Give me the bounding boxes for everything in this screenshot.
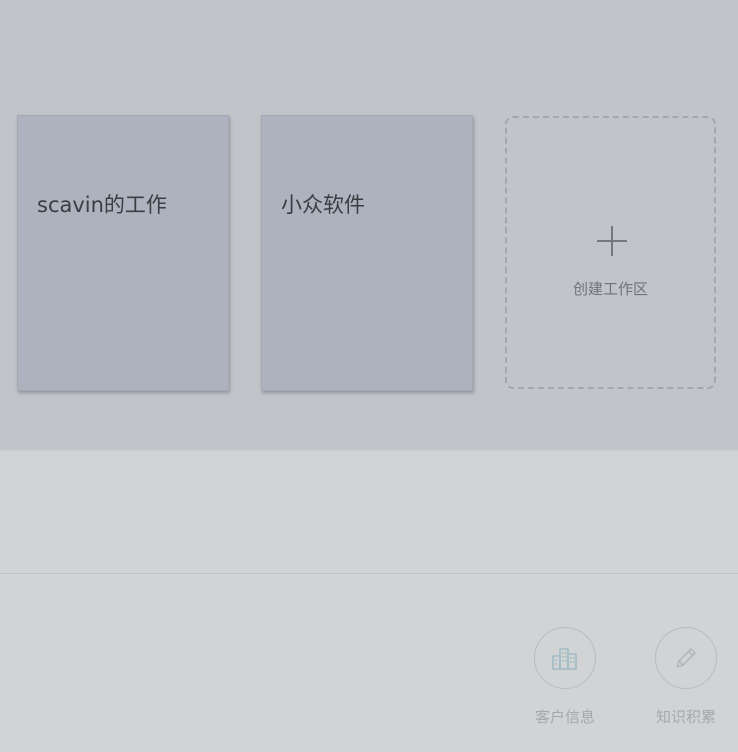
pencil-icon [676, 648, 696, 668]
knowledge-label: 知识积累 [655, 708, 716, 726]
workspace-name: 小众软件 [281, 193, 365, 217]
knowledge-icon-circle [655, 627, 717, 689]
knowledge-button[interactable]: 知识积累 [641, 627, 731, 727]
buildings-icon [552, 648, 577, 670]
customer-info-icon-circle [534, 627, 596, 689]
create-workspace-label: 创建工作区 [572, 280, 648, 298]
plus-icon [596, 225, 628, 257]
divider [0, 573, 738, 574]
workspace-area: scavin的工作 小众软件 创建工作区 [0, 0, 738, 449]
create-workspace-button[interactable]: 创建工作区 [505, 116, 716, 389]
workspace-name: scavin的工作 [37, 193, 167, 217]
customer-info-label: 客户信息 [534, 708, 595, 726]
section-divider [0, 449, 738, 451]
workspace-card[interactable]: scavin的工作 [17, 115, 229, 391]
customer-info-button[interactable]: 客户信息 [520, 627, 610, 727]
workspace-card[interactable]: 小众软件 [261, 115, 473, 391]
